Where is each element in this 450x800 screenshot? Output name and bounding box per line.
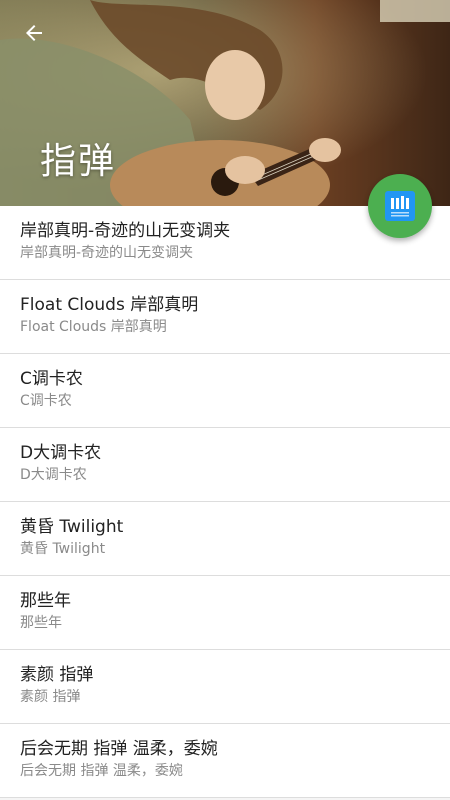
song-list-item[interactable]: 黄昏 Twilight 黄昏 Twilight bbox=[0, 502, 450, 576]
song-subtitle: 那些年 bbox=[20, 615, 62, 631]
sheet-music-fab[interactable] bbox=[368, 174, 432, 238]
song-title: C调卡农 bbox=[20, 369, 83, 389]
page-title: 指弹 bbox=[40, 141, 117, 182]
header-banner: 指弹 bbox=[0, 0, 450, 206]
song-title: 那些年 bbox=[20, 591, 71, 611]
song-list-item[interactable]: 后会无期 指弹 温柔，委婉 后会无期 指弹 温柔，委婉 bbox=[0, 724, 450, 798]
sheet-music-icon bbox=[385, 191, 415, 221]
song-title: 黄昏 Twilight bbox=[20, 517, 124, 537]
song-title: D大调卡农 bbox=[20, 443, 102, 463]
song-subtitle: 岸部真明-奇迹的山无变调夹 bbox=[20, 245, 194, 261]
song-subtitle: 黄昏 Twilight bbox=[20, 541, 106, 557]
song-title: 后会无期 指弹 温柔，委婉 bbox=[20, 739, 218, 759]
song-subtitle: 后会无期 指弹 温柔，委婉 bbox=[20, 763, 183, 779]
song-list-item[interactable]: 那些年 那些年 bbox=[0, 576, 450, 650]
song-subtitle: C调卡农 bbox=[20, 393, 72, 409]
song-title: 素颜 指弹 bbox=[20, 665, 94, 685]
app-screen: 指弹 岸部真明-奇迹的山无变调夹 岸部真明-奇迹的山无变调夹 Float Clo… bbox=[0, 0, 450, 800]
arrow-left-icon bbox=[26, 25, 42, 41]
song-title: 岸部真明-奇迹的山无变调夹 bbox=[20, 221, 231, 241]
song-list-item[interactable]: 素颜 指弹 素颜 指弹 bbox=[0, 650, 450, 724]
back-button[interactable] bbox=[14, 16, 54, 50]
song-list: 岸部真明-奇迹的山无变调夹 岸部真明-奇迹的山无变调夹 Float Clouds… bbox=[0, 206, 450, 798]
song-subtitle: Float Clouds 岸部真明 bbox=[20, 319, 167, 335]
song-title: Float Clouds 岸部真明 bbox=[20, 295, 199, 315]
song-subtitle: 素颜 指弹 bbox=[20, 689, 81, 705]
song-list-item[interactable]: D大调卡农 D大调卡农 bbox=[0, 428, 450, 502]
song-list-item[interactable]: C调卡农 C调卡农 bbox=[0, 354, 450, 428]
song-list-item[interactable]: Float Clouds 岸部真明 Float Clouds 岸部真明 bbox=[0, 280, 450, 354]
song-subtitle: D大调卡农 bbox=[20, 467, 87, 483]
